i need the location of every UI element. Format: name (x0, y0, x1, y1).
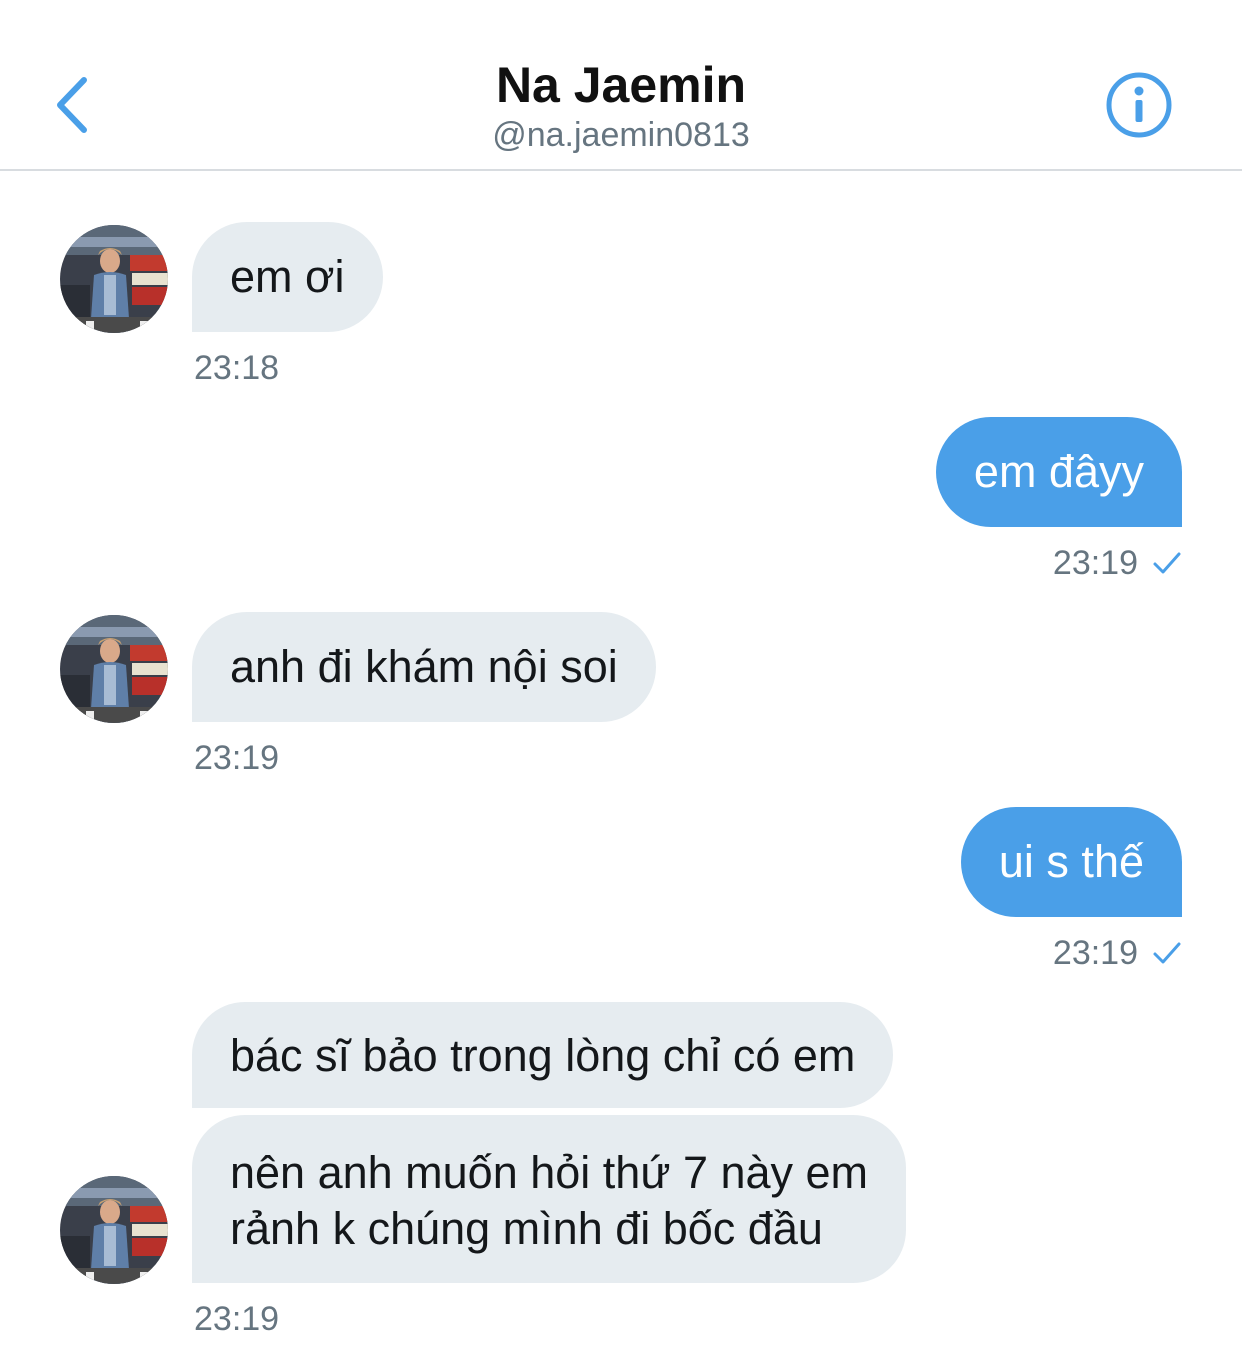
message-text: ui s thế (998, 836, 1144, 887)
avatar[interactable] (60, 225, 168, 333)
message-text: em đâyy (973, 446, 1144, 497)
message-text-line: nên anh muốn hỏi thứ 7 này em (230, 1147, 869, 1198)
message-timestamp: 23:19 (1052, 934, 1138, 972)
message-text-line: rảnh k chúng mình đi bốc đầu (230, 1203, 823, 1254)
info-icon (1106, 72, 1172, 138)
message-timestamp: 23:18 (194, 349, 280, 387)
message-status: 23:19 (1053, 543, 1182, 583)
message-text: anh đi khám nội soi (230, 641, 618, 692)
message-text: em ơi (230, 251, 345, 302)
conversation-title: Na Jaemin (495, 57, 747, 113)
message-bubble-incoming[interactable]: bác sĩ bảo trong lòng chỉ có em (192, 1002, 894, 1108)
avatar[interactable] (60, 615, 168, 723)
conversation-header: Na Jaemin @na.jaemin0813 (0, 0, 1242, 171)
message-text: bác sĩ bảo trong lòng chỉ có em (230, 1030, 856, 1081)
message-status: 23:19 (1053, 933, 1182, 973)
message-timestamp: 23:19 (194, 1300, 280, 1338)
dm-conversation-screen: Na Jaemin @na.jaemin0813 em ơi 23:18 em … (0, 0, 1242, 1372)
conversation-handle: @na.jaemin0813 (492, 116, 750, 154)
message-bubble-incoming[interactable]: anh đi khám nội soi (192, 612, 656, 722)
message-timestamp: 23:19 (1052, 544, 1138, 582)
message-bubble-outgoing[interactable]: ui s thế (960, 807, 1182, 917)
message-bubble-incoming[interactable]: em ơi (192, 222, 383, 332)
avatar[interactable] (60, 1176, 168, 1284)
checkmark-icon (1153, 552, 1181, 574)
message-bubble-incoming[interactable]: nên anh muốn hỏi thứ 7 này em rảnh k chú… (192, 1115, 907, 1283)
checkmark-icon (1153, 942, 1181, 964)
message-bubble-outgoing[interactable]: em đâyy (935, 417, 1182, 527)
message-timestamp: 23:19 (194, 739, 280, 777)
info-button[interactable] (1104, 70, 1174, 140)
